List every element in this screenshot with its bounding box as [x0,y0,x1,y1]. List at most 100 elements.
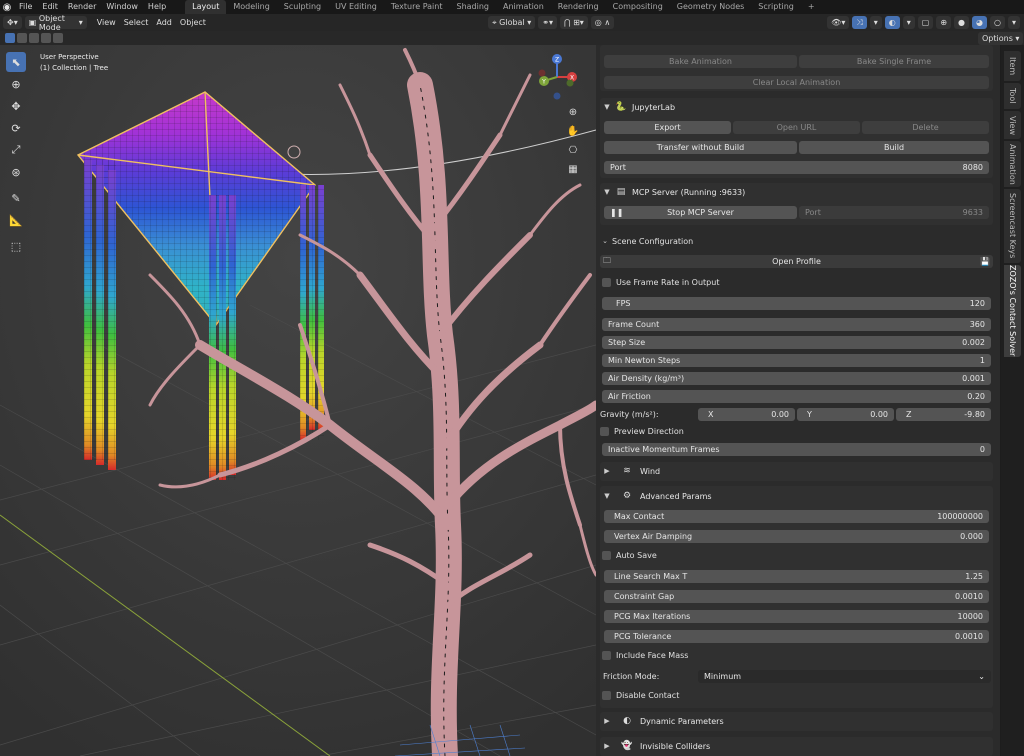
3d-viewport[interactable]: User Perspective (1) Collection | Tree X… [0,45,596,756]
menu-render[interactable]: Render [63,0,101,14]
wind-panel[interactable]: ▶ ≋ Wind [600,462,993,481]
auto-save-checkbox[interactable]: Auto Save [602,551,657,560]
select-difference-icon[interactable] [41,33,51,43]
transfer-without-build-button[interactable]: Transfer without Build [604,141,797,154]
mode-select[interactable]: ▣ Object Mode ▾ [24,14,87,32]
frame-count-field[interactable]: Frame Count 360 [602,318,991,331]
scene-configuration-header[interactable]: ⌄ Scene Configuration [598,233,693,249]
build-button[interactable]: Build [799,141,989,154]
mcp-server-header[interactable]: ▼ ▤ MCP Server (Running :9633) [600,183,993,201]
bake-single-frame-button[interactable]: Bake Single Frame [799,55,989,68]
select-intersect-icon[interactable] [53,33,63,43]
tab-sculpting[interactable]: Sculpting [277,0,328,14]
transform-tool-button[interactable]: ⊛ [6,162,26,182]
menu-object[interactable]: Object [176,18,210,27]
tab-zozo-contact-solver[interactable]: ZOZO's Contact Solver [1004,265,1021,357]
disable-contact-checkbox[interactable]: Disable Contact [602,691,679,700]
tab-texture-paint[interactable]: Texture Paint [384,0,450,14]
tab-geometry-nodes[interactable]: Geometry Nodes [670,0,751,14]
delete-button[interactable]: Delete [862,121,989,134]
tab-view[interactable]: View [1004,111,1021,139]
menu-edit[interactable]: Edit [37,0,63,14]
friction-mode-select[interactable]: Minimum ⌄ [698,670,991,683]
jupyterlab-header[interactable]: ▼ 🐍 JupyterLab [600,98,993,116]
perspective-toggle-button[interactable]: ▦ [564,160,582,178]
select-subtract-icon[interactable] [29,33,39,43]
gizmo-dropdown[interactable]: ▾ [869,16,882,29]
tab-shading[interactable]: Shading [449,0,496,14]
xray-button[interactable]: ▢ [917,16,934,29]
editor-type-button[interactable]: ✥ ▾ [3,16,22,29]
include-face-mass-checkbox[interactable]: Include Face Mass [602,651,688,660]
gizmo-toggle-button[interactable]: ⤨ [852,16,867,29]
tab-uv-editing[interactable]: UV Editing [328,0,384,14]
fps-field[interactable]: FPS 120 [602,297,991,310]
move-tool-button[interactable]: ✥ [6,96,26,116]
menu-file[interactable]: File [14,0,37,14]
constraint-gap-field[interactable]: Constraint Gap 0.0010 [604,590,989,603]
scale-tool-button[interactable]: ⤢ [6,140,26,160]
measure-tool-button[interactable]: 📐 [6,210,26,230]
shading-material-button[interactable]: ◕ [972,16,987,29]
air-friction-field[interactable]: Air Friction 0.20 [602,390,991,403]
cursor-tool-button[interactable]: ⊕ [6,74,26,94]
max-contact-field[interactable]: Max Contact 100000000 [604,510,989,523]
tab-screencast-keys[interactable]: Screencast Keys [1004,189,1021,263]
vertex-air-damping-field[interactable]: Vertex Air Damping 0.000 [604,530,989,543]
pan-button[interactable]: ✋ [564,122,582,140]
shading-rendered-button[interactable]: ○ [990,16,1005,29]
menu-window[interactable]: Window [101,0,143,14]
tab-modeling[interactable]: Modeling [226,0,276,14]
export-button[interactable]: Export [604,121,731,134]
dynamic-parameters-panel[interactable]: ▶ ◐ Dynamic Parameters [600,712,993,731]
inactive-momentum-frames-field[interactable]: Inactive Momentum Frames 0 [602,443,991,456]
menu-select[interactable]: Select [120,18,153,27]
open-url-button[interactable]: Open URL [733,121,860,134]
air-density-field[interactable]: Air Density (kg/m³) 0.001 [602,372,991,385]
shading-solid-button[interactable]: ● [954,16,970,29]
overlay-toggle-button[interactable]: ◐ [884,16,900,29]
pcg-max-iterations-field[interactable]: PCG Max Iterations 10000 [604,610,989,623]
pivot-point-button[interactable]: ⚭ ▾ [538,16,557,29]
dynamic-parameters-header[interactable]: ▶ ◐ Dynamic Parameters [600,712,993,730]
tab-tool[interactable]: Tool [1004,83,1021,109]
transform-orientation-select[interactable]: ⌖ Global ▾ [488,16,536,29]
clear-local-animation-button[interactable]: Clear Local Animation [604,76,989,89]
save-icon[interactable]: 💾 [980,257,990,266]
select-new-icon[interactable] [5,33,15,43]
visibility-button[interactable]: 👁 ▾ [827,16,850,29]
select-tool-button[interactable]: ⬉ [6,52,26,72]
shading-wireframe-button[interactable]: ⊕ [936,16,952,29]
gravity-y-field[interactable]: Y 0.00 [797,408,894,421]
menu-help[interactable]: Help [143,0,171,14]
invisible-colliders-panel[interactable]: ▶ 👻 Invisible Colliders [600,737,993,756]
tab-scripting[interactable]: Scripting [751,0,801,14]
tab-animation-sidebar[interactable]: Animation [1004,141,1021,187]
shading-dropdown[interactable]: ▾ [1007,16,1020,29]
options-button[interactable]: Options ▾ [978,32,1024,45]
rotate-tool-button[interactable]: ⟳ [6,118,26,138]
select-extend-icon[interactable] [17,33,27,43]
pcg-tolerance-field[interactable]: PCG Tolerance 0.0010 [604,630,989,643]
min-newton-steps-field[interactable]: Min Newton Steps 1 [602,354,991,367]
tab-animation[interactable]: Animation [496,0,551,14]
tab-rendering[interactable]: Rendering [551,0,606,14]
navigation-gizmo[interactable]: X Z Y [536,53,578,101]
tab-compositing[interactable]: Compositing [606,0,670,14]
gravity-x-field[interactable]: X 0.00 [698,408,795,421]
gravity-z-field[interactable]: Z -9.80 [896,408,991,421]
preview-direction-checkbox[interactable]: Preview Direction [600,427,684,436]
jupyter-port-field[interactable]: Port 8080 [604,161,989,174]
invisible-colliders-header[interactable]: ▶ 👻 Invisible Colliders [600,737,993,755]
add-workspace-button[interactable]: + [801,0,822,14]
overlay-dropdown[interactable]: ▾ [902,16,915,29]
snap-button[interactable]: ⋂ ⊞ ▾ [559,16,588,29]
zoom-button[interactable]: ⊕ [564,103,582,121]
blender-logo-icon[interactable]: ◉ [0,0,14,14]
menu-view[interactable]: View [93,18,120,27]
open-profile-button[interactable]: 🗀 Open Profile 💾 [600,255,993,268]
use-frame-rate-checkbox[interactable]: Use Frame Rate in Output [602,278,719,287]
stop-mcp-server-button[interactable]: ❚❚ Stop MCP Server [604,206,797,219]
menu-add[interactable]: Add [152,18,176,27]
proportional-edit-button[interactable]: ◎ ∧ [590,16,615,29]
